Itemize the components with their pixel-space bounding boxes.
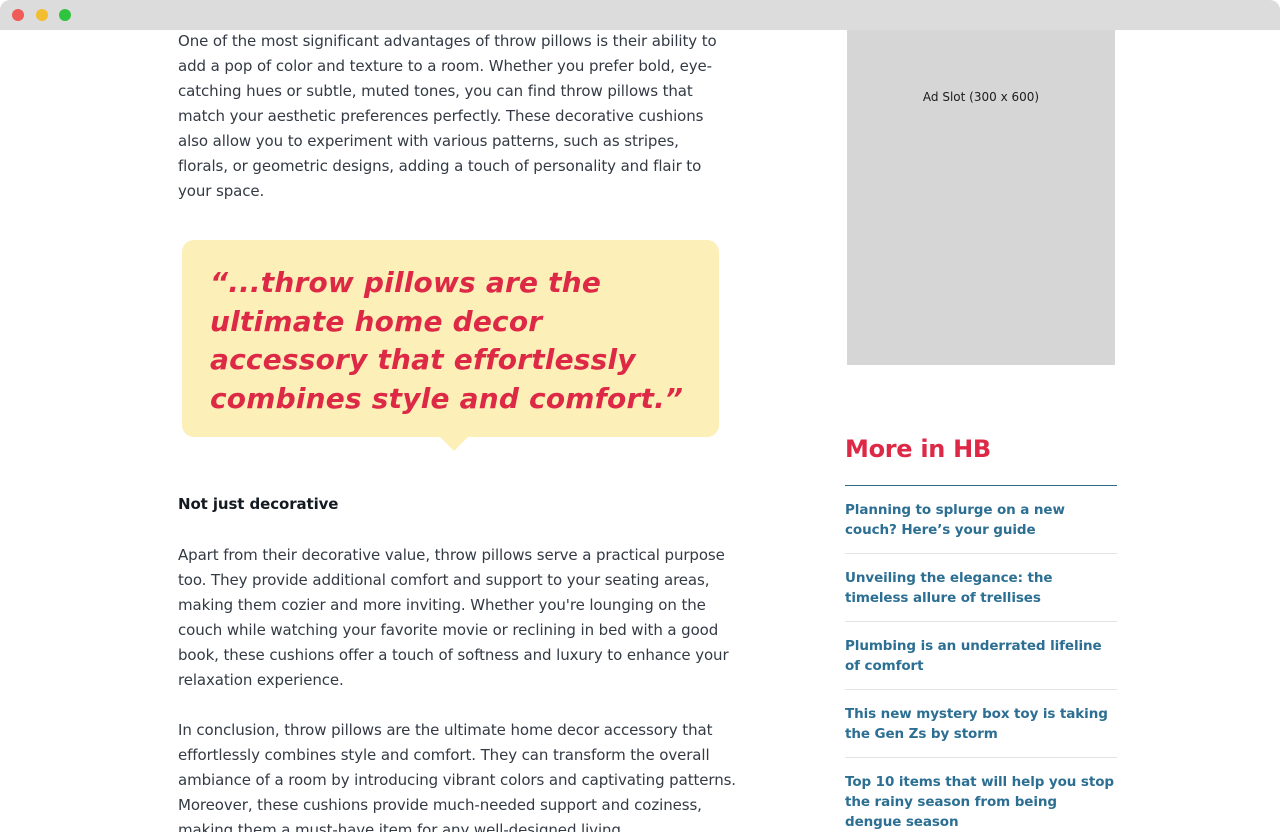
pull-quote: “...throw pillows are the ultimate home … <box>182 240 719 451</box>
article-paragraph: Apart from their decorative value, throw… <box>178 546 729 689</box>
list-item: Top 10 items that will help you stop the… <box>845 758 1117 830</box>
related-article-link[interactable]: Unveiling the elegance: the timeless all… <box>845 568 1117 608</box>
article-paragraph: In conclusion, throw pillows are the ult… <box>178 721 736 832</box>
related-article-link[interactable]: Top 10 items that will help you stop the… <box>845 772 1117 832</box>
article-subheading: Not just decorative <box>178 495 339 513</box>
more-in-hb-title: More in HB <box>845 435 991 463</box>
ad-slot[interactable]: Ad Slot (300 x 600) <box>847 30 1115 365</box>
list-item: Unveiling the elegance: the timeless all… <box>845 554 1117 622</box>
related-article-link[interactable]: This new mystery box toy is taking the G… <box>845 704 1117 744</box>
page-content: One of the most significant advantages o… <box>0 30 1280 832</box>
window-titlebar <box>0 0 1280 30</box>
pull-quote-text: “...throw pillows are the ultimate home … <box>210 266 684 415</box>
more-in-hb-widget: More in HB Planning to splurge on a new … <box>845 435 1117 830</box>
related-articles-list: Planning to splurge on a new couch? Here… <box>845 486 1117 830</box>
zoom-window-button[interactable] <box>59 9 71 21</box>
ad-slot-label: Ad Slot (300 x 600) <box>922 90 1040 104</box>
article-paragraph: One of the most significant advantages o… <box>178 32 717 200</box>
list-item: Planning to splurge on a new couch? Here… <box>845 486 1117 554</box>
minimize-window-button[interactable] <box>36 9 48 21</box>
related-article-link[interactable]: Plumbing is an underrated lifeline of co… <box>845 636 1117 676</box>
close-window-button[interactable] <box>12 9 24 21</box>
related-article-link[interactable]: Planning to splurge on a new couch? Here… <box>845 500 1117 540</box>
list-item: Plumbing is an underrated lifeline of co… <box>845 622 1117 690</box>
list-item: This new mystery box toy is taking the G… <box>845 690 1117 758</box>
